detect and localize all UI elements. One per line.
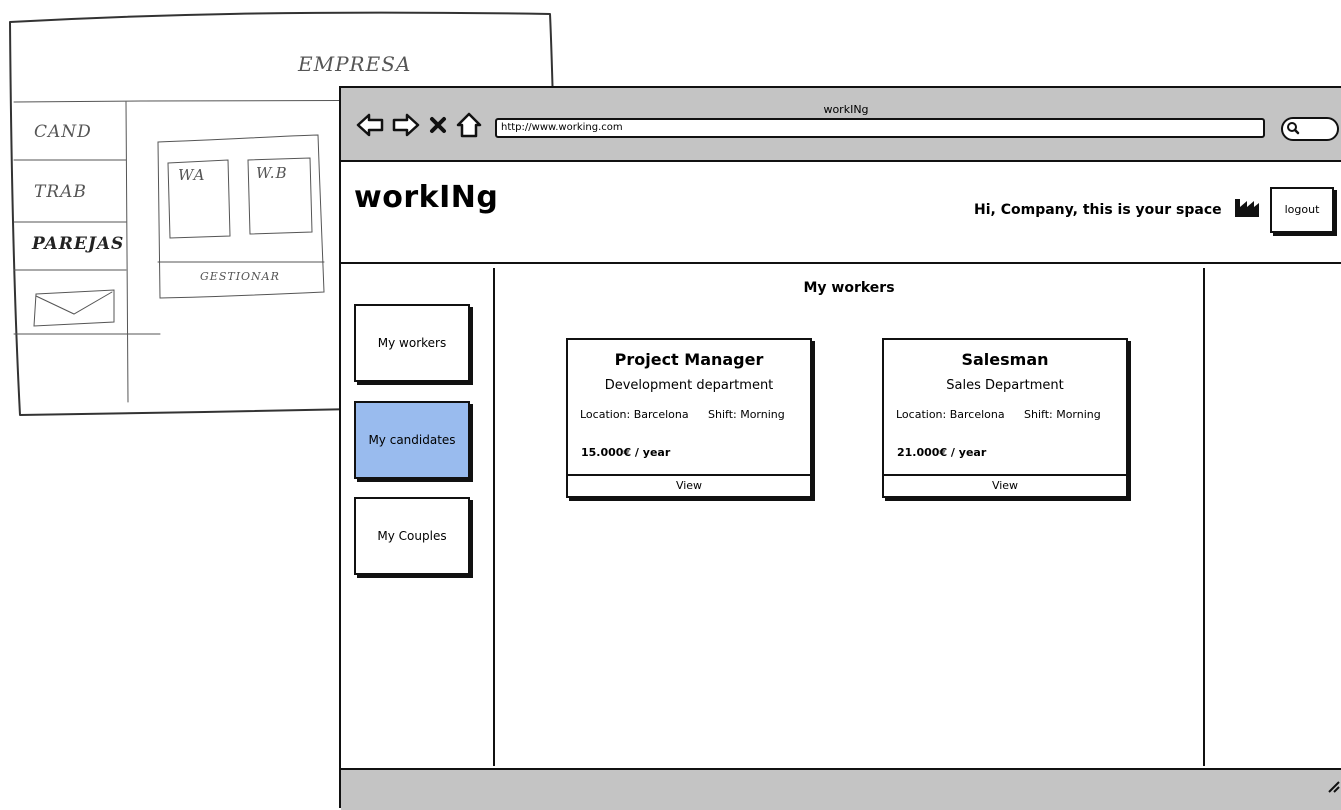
sketch-item-cand: CAND <box>34 122 92 142</box>
url-field[interactable]: http://www.working.com <box>495 118 1265 138</box>
card-salary: 21.000€ / year <box>897 446 987 459</box>
card-location: Location: Barcelona <box>896 408 1005 421</box>
sketch-card-wa: WA <box>178 166 206 184</box>
browser-statusbar <box>341 768 1341 810</box>
search-icon <box>1286 120 1300 139</box>
browser-window: workINg http://www.working.com workINg H… <box>339 86 1341 810</box>
sketch-card-wb: W.B <box>256 164 288 182</box>
sketch-title: EMPRESA <box>298 52 412 76</box>
sidebar-item-my-workers[interactable]: My workers <box>354 304 470 382</box>
app-logo: workINg <box>354 180 499 215</box>
sidebar-item-my-candidates[interactable]: My candidates <box>354 401 470 479</box>
home-icon[interactable] <box>455 111 483 139</box>
card-title: Project Manager <box>614 350 764 369</box>
browser-search-field[interactable] <box>1281 117 1339 141</box>
worker-card: Salesman Sales Department Location: Barc… <box>882 338 1128 498</box>
nav-controls <box>355 110 483 140</box>
page-header: workINg Hi, Company, this is your space … <box>341 162 1341 264</box>
sketch-item-trab: TRAB <box>34 182 87 202</box>
worker-card: Project Manager Development department L… <box>566 338 812 498</box>
logout-button[interactable]: logout <box>1270 187 1334 233</box>
card-title: Salesman <box>961 350 1049 369</box>
window-title: workINg <box>823 103 869 116</box>
card-shift: Shift: Morning <box>1024 408 1101 421</box>
back-arrow-icon[interactable] <box>355 112 385 138</box>
card-shift: Shift: Morning <box>708 408 785 421</box>
browser-titlebar: workINg http://www.working.com <box>341 88 1341 162</box>
resize-grip-icon[interactable] <box>1326 778 1340 797</box>
card-department: Development department <box>604 378 774 393</box>
view-button[interactable]: View <box>568 474 810 496</box>
sketch-item-parejas: PAREJAS <box>32 234 125 254</box>
sketch-footer: GESTIONAR <box>200 270 280 283</box>
sidebar-divider <box>493 268 495 766</box>
section-title: My workers <box>803 280 895 296</box>
factory-icon <box>1234 196 1260 222</box>
card-salary: 15.000€ / year <box>581 446 671 459</box>
close-icon[interactable] <box>427 112 449 138</box>
greeting-text: Hi, Company, this is your space <box>974 202 1222 218</box>
forward-arrow-icon[interactable] <box>391 112 421 138</box>
view-button[interactable]: View <box>884 474 1126 496</box>
card-department: Sales Department <box>946 378 1064 393</box>
sidebar-item-my-couples[interactable]: My Couples <box>354 497 470 575</box>
card-location: Location: Barcelona <box>580 408 689 421</box>
right-panel-divider <box>1203 268 1205 766</box>
